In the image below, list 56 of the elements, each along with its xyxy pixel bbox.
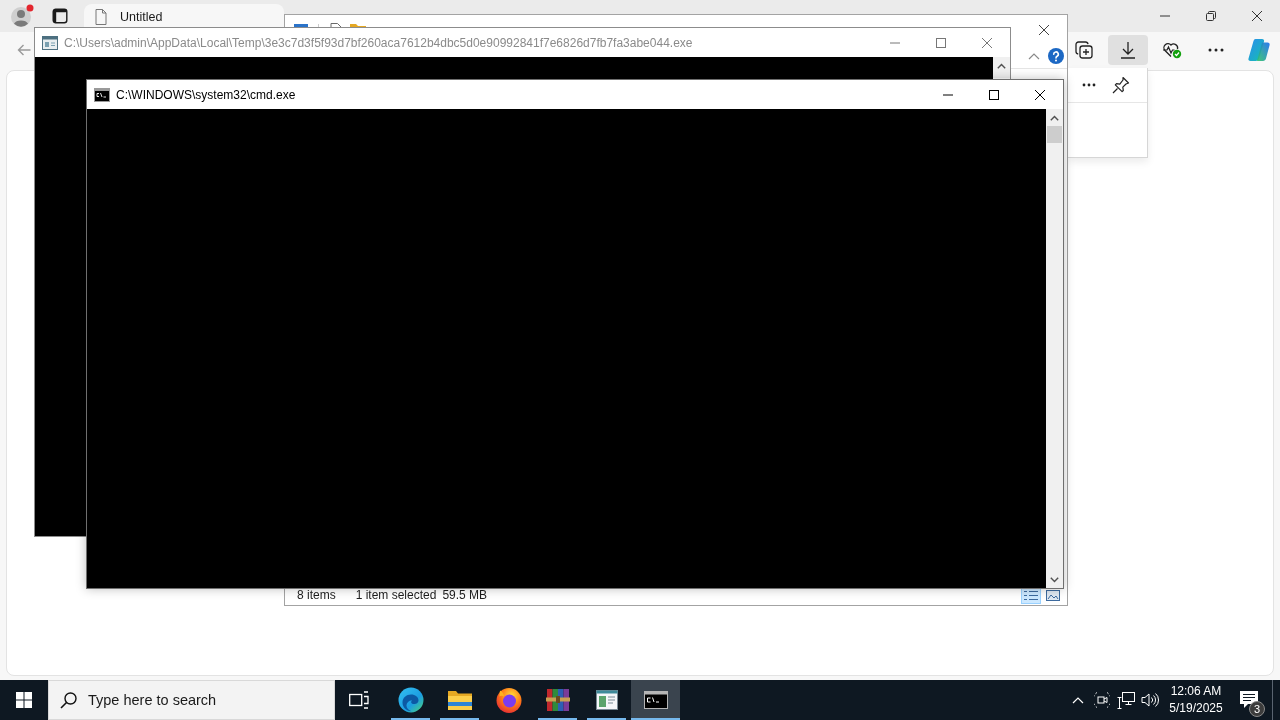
network-icon	[1117, 691, 1135, 709]
chevron-up-icon	[1072, 696, 1084, 704]
minimize-icon	[1160, 15, 1170, 17]
status-text: 8 items	[297, 588, 336, 602]
status-text: 59.5 MB	[442, 588, 488, 602]
search-icon	[60, 692, 77, 709]
window-title: C:\Users\admin\AppData\Local\Temp\3e3c7d3f5f93d7bf260aca7612b4dbc5d0e90992841f7e6826d7fb7fa3abe044.exe	[64, 35, 693, 50]
clock-button[interactable]: 12:06 AM 5/19/2025	[1166, 680, 1226, 720]
status-text: 1 item selected	[355, 588, 437, 602]
task-view-icon	[349, 691, 369, 709]
more-icon	[1208, 48, 1224, 52]
square-plus-icon	[1075, 41, 1093, 59]
window-form-icon	[595, 690, 618, 710]
close-icon	[1039, 24, 1049, 35]
taskbar-app-button[interactable]	[631, 680, 680, 720]
notification-count: 3	[1249, 701, 1265, 717]
scrollbar-thumb[interactable]	[1047, 126, 1062, 143]
window-title: C:\WINDOWS\system32\cmd.exe	[116, 87, 296, 102]
maximize-icon	[936, 37, 946, 48]
speaker-icon	[1141, 692, 1159, 708]
chevron-up-icon	[997, 62, 1006, 69]
notification-button[interactable]: 3	[1226, 680, 1272, 720]
maximize-icon	[989, 89, 999, 100]
tab-panel-icon	[52, 8, 68, 24]
book-stack-icon	[545, 688, 570, 712]
more-icon	[1082, 83, 1096, 87]
folder-icon	[447, 690, 472, 710]
help-button[interactable]	[1047, 46, 1065, 66]
camera-icon	[1094, 691, 1110, 709]
download-icon	[1120, 41, 1136, 59]
minimize-icon	[943, 93, 953, 96]
close-icon	[1035, 89, 1045, 100]
close-icon	[1252, 11, 1262, 21]
close-icon	[982, 37, 992, 48]
windows-logo-icon	[16, 692, 32, 708]
heart-pulse-icon	[1162, 41, 1182, 59]
swirl-icon	[397, 687, 424, 713]
back-arrow-icon	[17, 43, 31, 57]
swirl-logo-icon	[1247, 38, 1271, 62]
chevron-up-icon	[1050, 114, 1059, 121]
chevron-down-icon	[1050, 576, 1059, 583]
terminal-icon	[643, 691, 668, 709]
chevron-up-icon	[1028, 52, 1040, 60]
window-icon	[42, 35, 58, 50]
browser-tab[interactable]: Untitled	[84, 4, 284, 27]
help-icon	[1048, 48, 1064, 64]
search-field[interactable]: Type here to search	[48, 680, 335, 720]
page-icon	[95, 9, 107, 25]
pin-icon	[1112, 76, 1130, 94]
picture-icon	[1046, 589, 1060, 601]
restore-icon	[1206, 11, 1216, 21]
minimize-icon	[890, 41, 900, 44]
fox-globe-icon	[495, 687, 522, 713]
downloads-button[interactable]	[1108, 35, 1148, 65]
list-icon	[1024, 589, 1038, 601]
terminal-icon	[94, 87, 110, 102]
